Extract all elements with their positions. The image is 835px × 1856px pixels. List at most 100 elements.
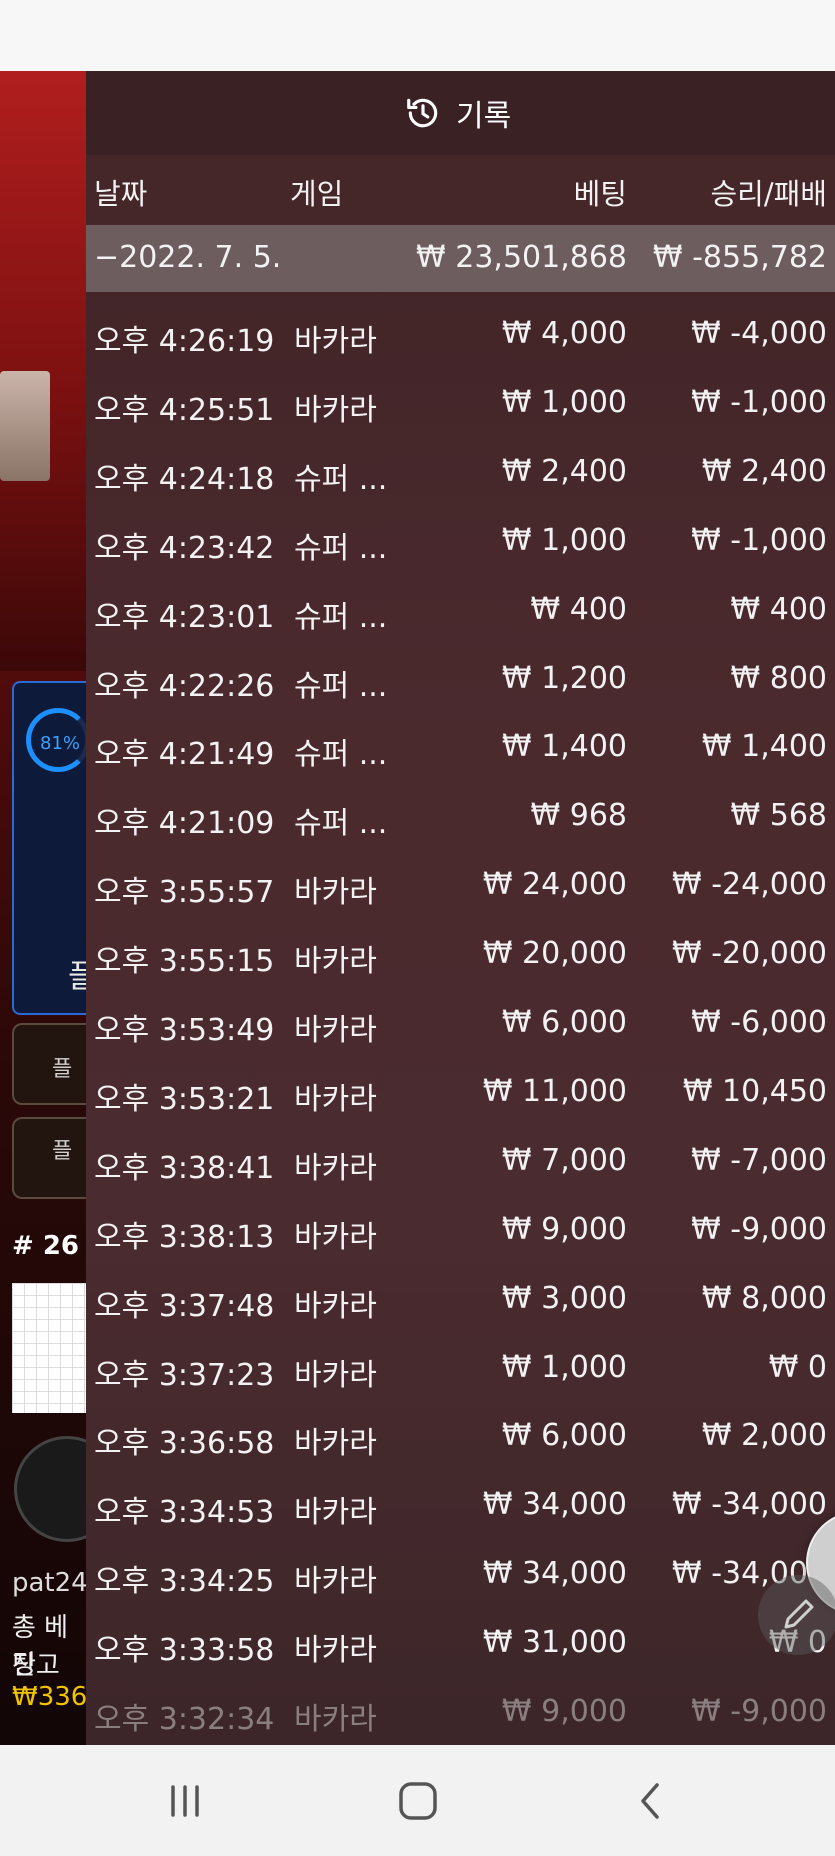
history-row[interactable]: 오후 3:34:25 바카라 ₩ 34,000 ₩ -34,000 bbox=[86, 1539, 835, 1608]
android-nav-bar bbox=[0, 1745, 835, 1856]
row-time: 오후 3:34:25 bbox=[94, 1564, 275, 1599]
history-row[interactable]: 오후 4:21:09 슈퍼 ... ₩ 968 ₩ 568 bbox=[86, 781, 835, 850]
history-row[interactable]: 오후 3:53:21 바카라 ₩ 11,000 ₩ 10,450 bbox=[86, 1057, 835, 1126]
history-row[interactable]: 오후 3:55:57 바카라 ₩ 24,000 ₩ -24,000 bbox=[86, 850, 835, 919]
row-game: 슈퍼 ... bbox=[294, 531, 388, 566]
history-header: 기록 bbox=[86, 71, 835, 155]
row-winloss: ₩ 1,400 bbox=[701, 729, 827, 764]
column-header-bet: 베팅 bbox=[573, 177, 627, 211]
row-bet: ₩ 34,000 bbox=[482, 1556, 627, 1591]
recents-icon bbox=[171, 1785, 199, 1817]
history-row[interactable]: 오후 3:55:15 바카라 ₩ 20,000 ₩ -20,000 bbox=[86, 919, 835, 988]
date-summary-row[interactable]: −2022. 7. 5. ₩ 23,501,868 ₩ -855,782 bbox=[86, 225, 835, 292]
row-winloss: ₩ 568 bbox=[730, 798, 827, 833]
column-header-date: 날짜 bbox=[94, 177, 148, 211]
row-bet: ₩ 34,000 bbox=[482, 1487, 627, 1522]
history-row[interactable]: 오후 4:23:42 슈퍼 ... ₩ 1,000 ₩ -1,000 bbox=[86, 506, 835, 575]
row-game: 바카라 bbox=[294, 1633, 377, 1668]
row-game: 바카라 bbox=[294, 1702, 377, 1737]
row-game: 바카라 bbox=[294, 944, 377, 979]
row-bet: ₩ 20,000 bbox=[482, 936, 627, 971]
row-winloss: ₩ -7,000 bbox=[691, 1143, 827, 1178]
row-time: 오후 3:53:49 bbox=[94, 1013, 275, 1048]
row-game: 바카라 bbox=[294, 1564, 377, 1599]
row-bet: ₩ 6,000 bbox=[501, 1005, 627, 1040]
row-bet: ₩ 9,000 bbox=[501, 1694, 627, 1729]
edit-button[interactable] bbox=[758, 1575, 835, 1655]
summary-bet: ₩ 23,501,868 bbox=[416, 240, 627, 275]
row-winloss: ₩ -34,000 bbox=[672, 1487, 827, 1522]
nav-recents-button[interactable] bbox=[155, 1773, 215, 1829]
row-winloss: ₩ -4,000 bbox=[691, 316, 827, 351]
row-bet: ₩ 1,000 bbox=[501, 1350, 627, 1385]
history-row[interactable]: 오후 3:38:13 바카라 ₩ 9,000 ₩ -9,000 bbox=[86, 1195, 835, 1264]
row-winloss: ₩ -24,000 bbox=[672, 867, 827, 902]
row-winloss: ₩ 8,000 bbox=[701, 1281, 827, 1316]
history-row[interactable]: 오후 3:38:41 바카라 ₩ 7,000 ₩ -7,000 bbox=[86, 1126, 835, 1195]
row-time: 오후 4:25:51 bbox=[94, 393, 275, 428]
card-shoe-image bbox=[0, 371, 50, 481]
row-game: 바카라 bbox=[294, 1426, 377, 1461]
side-bet-button-2-label: 플 bbox=[52, 1139, 73, 1164]
history-row[interactable]: 오후 4:26:19 바카라 ₩ 4,000 ₩ -4,000 bbox=[86, 299, 835, 368]
row-game: 슈퍼 ... bbox=[294, 462, 388, 497]
username: pat24 bbox=[12, 1568, 88, 1598]
history-row[interactable]: 오후 4:24:18 슈퍼 ... ₩ 2,400 ₩ 2,400 bbox=[86, 437, 835, 506]
history-row[interactable]: 오후 3:37:23 바카라 ₩ 1,000 ₩ 0 bbox=[86, 1333, 835, 1402]
summary-date: −2022. 7. 5. bbox=[94, 240, 282, 275]
row-time: 오후 3:36:58 bbox=[94, 1426, 275, 1461]
balance-row: 잔고 ₩336 bbox=[12, 1645, 87, 1712]
row-winloss: ₩ -9,000 bbox=[691, 1694, 827, 1729]
row-winloss: ₩ 400 bbox=[730, 592, 827, 627]
row-time: 오후 3:55:15 bbox=[94, 944, 275, 979]
history-row[interactable]: 오후 3:36:58 바카라 ₩ 6,000 ₩ 2,000 bbox=[86, 1401, 835, 1470]
column-header-game: 게임 bbox=[290, 177, 344, 211]
row-winloss: ₩ 2,400 bbox=[701, 454, 827, 489]
row-game: 바카라 bbox=[294, 1289, 377, 1324]
side-bet-button-1-label: 플 bbox=[52, 1057, 73, 1082]
row-bet: ₩ 24,000 bbox=[482, 867, 627, 902]
row-game: 바카라 bbox=[294, 875, 377, 910]
summary-winloss: ₩ -855,782 bbox=[652, 240, 827, 275]
row-winloss: ₩ -1,000 bbox=[691, 385, 827, 420]
row-game: 바카라 bbox=[294, 1358, 377, 1393]
row-winloss: ₩ 800 bbox=[730, 661, 827, 696]
progress-percent: 81% bbox=[40, 733, 81, 754]
round-number: # 26 bbox=[12, 1231, 80, 1261]
row-time: 오후 3:38:13 bbox=[94, 1220, 275, 1255]
game-left-strip: 81% 플 플 플 # 26 pat24 총 베팅 잔고 ₩336 bbox=[0, 71, 120, 1745]
history-row[interactable]: 오후 3:37:48 바카라 ₩ 3,000 ₩ 8,000 bbox=[86, 1264, 835, 1333]
row-bet: ₩ 968 bbox=[530, 798, 627, 833]
history-clock-icon bbox=[407, 98, 438, 128]
row-game: 슈퍼 ... bbox=[294, 600, 388, 635]
history-row[interactable]: 오후 3:53:49 바카라 ₩ 6,000 ₩ -6,000 bbox=[86, 988, 835, 1057]
history-column-headers: 날짜 게임 베팅 승리/패배 bbox=[86, 155, 835, 225]
bead-road bbox=[12, 1283, 86, 1413]
history-row[interactable]: 오후 3:32:34 바카라 ₩ 9,000 ₩ -9,000 bbox=[86, 1677, 835, 1745]
back-icon bbox=[641, 1783, 659, 1819]
row-bet: ₩ 400 bbox=[530, 592, 627, 627]
row-time: 오후 3:37:23 bbox=[94, 1358, 275, 1393]
row-time: 오후 4:23:42 bbox=[94, 531, 275, 566]
history-row[interactable]: 오후 4:22:26 슈퍼 ... ₩ 1,200 ₩ 800 bbox=[86, 644, 835, 713]
row-game: 슈퍼 ... bbox=[294, 737, 388, 772]
row-game: 바카라 bbox=[294, 393, 377, 428]
history-row[interactable]: 오후 3:33:58 바카라 ₩ 31,000 ₩ 0 bbox=[86, 1608, 835, 1677]
nav-home-button[interactable] bbox=[388, 1773, 448, 1829]
row-time: 오후 3:33:58 bbox=[94, 1633, 275, 1668]
row-game: 바카라 bbox=[294, 1151, 377, 1186]
row-winloss: ₩ -1,000 bbox=[691, 523, 827, 558]
history-row[interactable]: 오후 4:23:01 슈퍼 ... ₩ 400 ₩ 400 bbox=[86, 575, 835, 644]
nav-back-button[interactable] bbox=[621, 1773, 681, 1829]
row-time: 오후 4:23:01 bbox=[94, 600, 275, 635]
row-game: 바카라 bbox=[294, 1082, 377, 1117]
row-bet: ₩ 7,000 bbox=[501, 1143, 627, 1178]
history-row[interactable]: 오후 4:21:49 슈퍼 ... ₩ 1,400 ₩ 1,400 bbox=[86, 712, 835, 781]
row-bet: ₩ 1,000 bbox=[501, 385, 627, 420]
history-row[interactable]: 오후 3:34:53 바카라 ₩ 34,000 ₩ -34,000 bbox=[86, 1470, 835, 1539]
history-row[interactable]: 오후 4:25:51 바카라 ₩ 1,000 ₩ -1,000 bbox=[86, 368, 835, 437]
row-bet: ₩ 31,000 bbox=[482, 1625, 627, 1660]
home-icon bbox=[399, 1782, 437, 1820]
row-game: 바카라 bbox=[294, 1220, 377, 1255]
row-game: 슈퍼 ... bbox=[294, 806, 388, 841]
